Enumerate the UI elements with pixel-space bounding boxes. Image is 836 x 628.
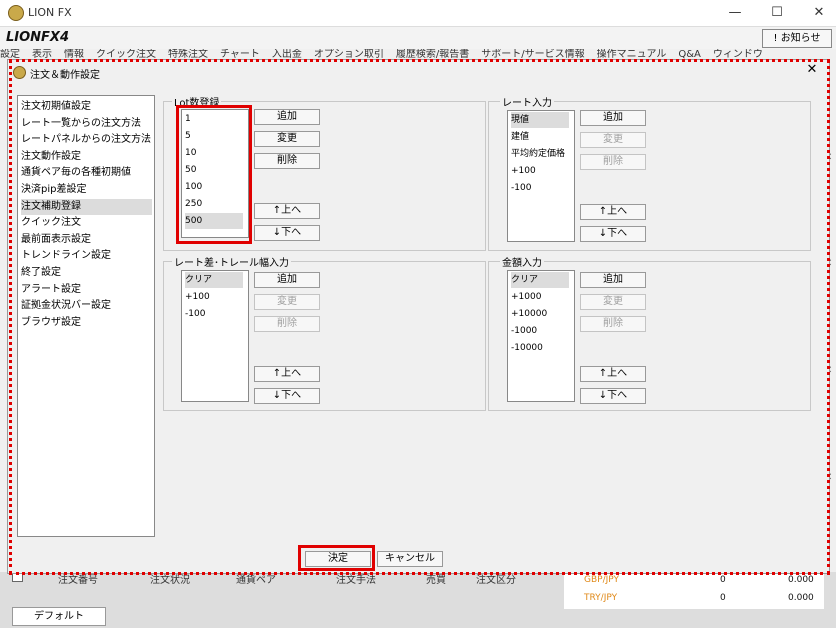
market-qty-1: 0 <box>720 593 726 603</box>
brand-logo: LIONFX4 <box>6 30 70 45</box>
market-value-0: 0.000 <box>788 575 814 585</box>
market-value-1: 0.000 <box>788 593 814 603</box>
window-close-icon[interactable]: ✕ <box>804 3 834 23</box>
tab-default[interactable]: デフォルト <box>12 607 106 626</box>
minimize-icon[interactable]: — <box>720 3 750 23</box>
market-pair-0: GBP/JPY <box>584 575 619 585</box>
maximize-icon[interactable]: ☐ <box>762 3 792 23</box>
notice-button[interactable]: ! お知らせ <box>762 29 832 48</box>
app-title: LION FX <box>28 6 72 19</box>
app-titlebar <box>0 0 836 27</box>
market-pair-1: TRY/JPY <box>584 593 618 603</box>
dialog-highlight <box>9 59 830 575</box>
market-qty-0: 0 <box>720 575 726 585</box>
brand-bar <box>0 27 836 49</box>
market-panel: GBP/JPY 0 0.000 TRY/JPY 0 0.000 <box>564 573 824 609</box>
lion-logo-icon <box>8 5 24 21</box>
